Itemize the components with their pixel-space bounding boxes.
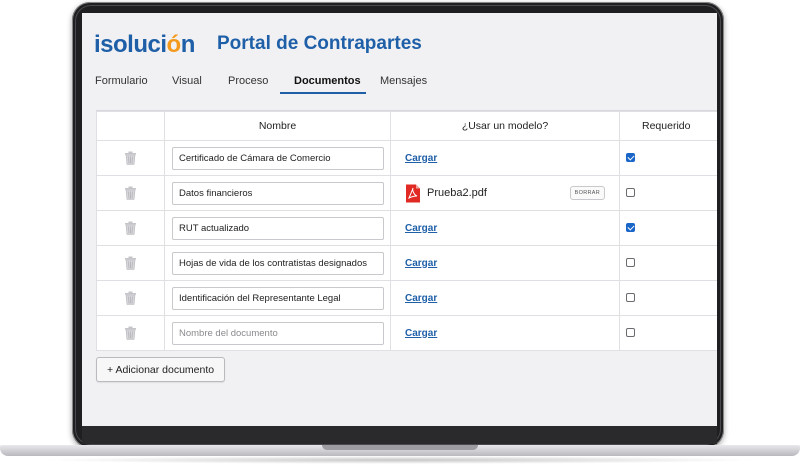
header-requerido: Requerido: [619, 111, 717, 141]
document-name-input[interactable]: [172, 286, 384, 310]
app-screen: isolución Portal de Contrapartes Formula…: [82, 13, 717, 426]
documents-table: Nombre ¿Usar un modelo? Requerido Cargar: [96, 110, 717, 351]
tab-visual[interactable]: Visual: [172, 75, 202, 87]
table-row: Cargar: [96, 315, 717, 351]
trash-icon[interactable]: [124, 326, 137, 340]
tab-proceso[interactable]: Proceso: [228, 75, 268, 87]
laptop-shadow: [40, 456, 760, 464]
tab-bar: Formulario Visual Proceso Documentos Men…: [82, 69, 717, 97]
cargar-link[interactable]: Cargar: [405, 223, 437, 234]
document-name-input[interactable]: [172, 216, 384, 240]
laptop-bottom-bezel: [82, 426, 717, 444]
trash-icon[interactable]: [124, 221, 137, 235]
document-name-input[interactable]: [172, 146, 384, 170]
delete-file-button[interactable]: BORRAR: [569, 186, 605, 200]
required-checkbox[interactable]: [626, 223, 635, 233]
trash-icon[interactable]: [124, 256, 137, 270]
cargar-link[interactable]: Cargar: [405, 328, 437, 339]
tab-documentos[interactable]: Documentos: [294, 75, 361, 87]
trash-icon[interactable]: [124, 186, 137, 200]
table-row: Cargar: [96, 280, 717, 316]
header-empty: [96, 111, 165, 141]
file-name[interactable]: Prueba2.pdf: [427, 187, 487, 199]
required-checkbox[interactable]: [626, 258, 635, 268]
table-header-row: Nombre ¿Usar un modelo? Requerido: [96, 111, 717, 141]
laptop-base-notch: [322, 445, 478, 450]
trash-icon[interactable]: [124, 151, 137, 165]
logo-accent: ó: [166, 31, 182, 58]
header-nombre: Nombre: [164, 111, 391, 141]
document-name-input[interactable]: [172, 181, 384, 205]
cargar-link[interactable]: Cargar: [405, 153, 437, 164]
table-row: Cargar: [96, 140, 717, 176]
table-row: Cargar: [96, 210, 717, 246]
header-modelo: ¿Usar un modelo?: [390, 111, 620, 141]
trash-icon[interactable]: [124, 291, 137, 305]
add-document-button[interactable]: + Adicionar documento: [96, 357, 226, 382]
tab-mensajes[interactable]: Mensajes: [380, 75, 427, 87]
table-row: Prueba2.pdf BORRAR: [96, 175, 717, 211]
active-tab-indicator: [280, 92, 366, 94]
required-checkbox[interactable]: [626, 328, 635, 338]
cargar-link[interactable]: Cargar: [405, 293, 437, 304]
table-row: Cargar: [96, 245, 717, 281]
required-checkbox[interactable]: [626, 188, 635, 198]
pdf-icon: [405, 184, 421, 203]
document-name-input[interactable]: [172, 321, 384, 345]
required-checkbox[interactable]: [626, 153, 635, 163]
page-title: Portal de Contrapartes: [217, 33, 422, 54]
isolucion-logo: isolución: [94, 31, 195, 58]
tab-formulario[interactable]: Formulario: [95, 75, 148, 87]
document-name-input[interactable]: [172, 251, 384, 275]
required-checkbox[interactable]: [626, 293, 635, 303]
app-header: isolución Portal de Contrapartes: [82, 13, 717, 61]
cargar-link[interactable]: Cargar: [405, 258, 437, 269]
